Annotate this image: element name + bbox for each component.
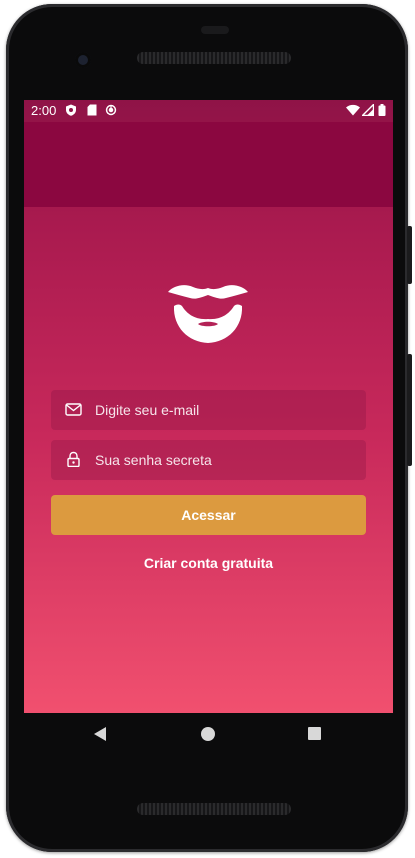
sd-card-icon	[87, 104, 97, 116]
recents-icon[interactable]	[308, 727, 321, 740]
bottom-speaker	[137, 803, 291, 815]
earpiece-speaker	[137, 52, 291, 64]
lock-icon	[67, 451, 80, 467]
mail-icon	[65, 403, 82, 416]
home-icon[interactable]	[201, 727, 215, 741]
back-icon[interactable]	[94, 727, 106, 741]
shield-icon	[66, 104, 76, 116]
email-input[interactable]	[95, 390, 355, 430]
navigation-bar	[24, 713, 393, 757]
wifi-icon	[346, 104, 360, 116]
status-time: 2:00	[31, 103, 57, 118]
mustache-beard-icon	[168, 285, 248, 343]
status-bar: 2:00	[24, 100, 393, 122]
volume-button	[407, 354, 412, 466]
login-button[interactable]: Acessar	[51, 495, 366, 535]
app-screen: 2:00 Digite seu e-mail Acessar Criar con…	[24, 100, 393, 713]
front-camera	[75, 52, 91, 68]
create-account-link[interactable]: Criar conta gratuita	[24, 555, 393, 571]
password-input[interactable]	[95, 440, 355, 480]
battery-icon	[378, 104, 386, 116]
header-band	[24, 122, 393, 207]
password-field[interactable]	[51, 440, 366, 480]
email-field[interactable]	[51, 390, 366, 430]
signal-icon	[362, 104, 374, 116]
sync-icon	[105, 104, 117, 116]
power-button	[407, 226, 412, 284]
top-slot	[201, 26, 229, 34]
